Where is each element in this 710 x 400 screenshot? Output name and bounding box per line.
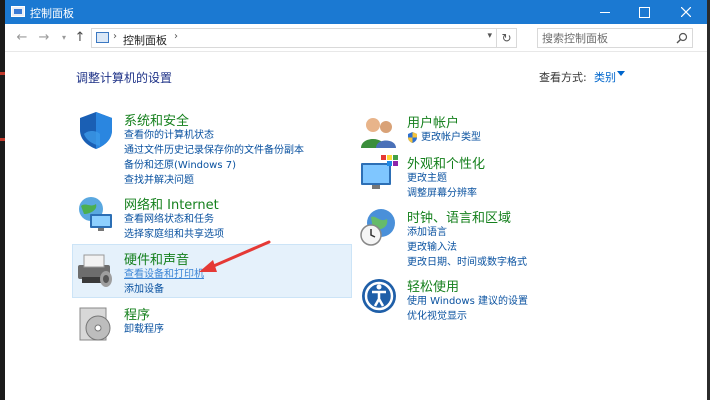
link-add-device[interactable]: 添加设备: [124, 282, 204, 297]
up-button[interactable]: ↑: [71, 29, 89, 47]
breadcrumb-separator[interactable]: ›: [113, 31, 117, 42]
link-devices-printers[interactable]: 查看设备和打印机: [124, 267, 204, 282]
breadcrumb-separator[interactable]: ›: [174, 31, 178, 42]
search-box[interactable]: [537, 28, 693, 48]
address-dropdown-icon[interactable]: ▾: [487, 31, 492, 41]
accessibility-icon[interactable]: [359, 276, 399, 316]
link-optimize-visual-display[interactable]: 优化视觉显示: [407, 309, 528, 324]
category-title[interactable]: 硬件和声音: [124, 249, 189, 268]
printer-icon[interactable]: [76, 249, 116, 289]
link-change-input-method[interactable]: 更改输入法: [407, 240, 527, 255]
category-system-security: 系统和安全 查看你的计算机状态 通过文件历史记录保存你的文件备份副本 备份和还原…: [76, 110, 356, 188]
link-screen-resolution[interactable]: 调整屏幕分辨率: [407, 186, 477, 201]
shield-icon[interactable]: [76, 110, 116, 150]
category-ease-of-access: 轻松使用 使用 Windows 建议的设置 优化视觉显示: [359, 276, 659, 322]
chevron-down-icon[interactable]: [617, 71, 625, 76]
category-clock-region: 时钟、语言和区域 添加语言 更改输入法 更改日期、时间或数字格式: [359, 207, 659, 269]
uac-shield-icon: [408, 132, 417, 143]
category-user-accounts: 用户帐户 更改帐户类型: [359, 112, 659, 148]
link-change-theme[interactable]: 更改主题: [407, 171, 477, 186]
view-by-dropdown[interactable]: 类别: [594, 69, 616, 85]
annotation-arrow-icon: [199, 240, 271, 272]
link-date-time-format[interactable]: 更改日期、时间或数字格式: [407, 255, 527, 270]
link-uninstall-program[interactable]: 卸载程序: [124, 322, 164, 337]
link-view-computer-status[interactable]: 查看你的计算机状态: [124, 128, 304, 143]
link-file-history-backup[interactable]: 通过文件历史记录保存你的文件备份副本: [124, 143, 304, 158]
window-title: 控制面板: [30, 7, 74, 20]
category-title[interactable]: 网络和 Internet: [124, 194, 219, 213]
search-icon[interactable]: [676, 32, 688, 44]
close-icon: [681, 7, 691, 17]
category-title[interactable]: 外观和个性化: [407, 153, 485, 172]
close-button[interactable]: [669, 0, 703, 24]
category-title[interactable]: 轻松使用: [407, 276, 459, 295]
view-by-label: 查看方式:: [539, 71, 587, 84]
control-panel-location-icon: [96, 32, 109, 43]
link-change-account-type[interactable]: 更改帐户类型: [407, 130, 481, 145]
category-title[interactable]: 用户帐户: [407, 112, 459, 131]
monitor-palette-icon[interactable]: [359, 153, 399, 193]
link-troubleshoot[interactable]: 查找并解决问题: [124, 173, 304, 188]
search-input[interactable]: [542, 31, 668, 45]
link-recommended-settings[interactable]: 使用 Windows 建议的设置: [407, 294, 528, 309]
link-backup-restore[interactable]: 备份和还原(Windows 7): [124, 158, 304, 173]
category-programs: 程序 卸载程序: [76, 304, 356, 341]
navigation-bar: ← → ▾ ↑ › 控制面板 › ▾ ↻: [5, 24, 707, 52]
control-panel-window: 控制面板 ← → ▾ ↑ › 控制面板 › ▾ ↻ 调整计算机的设置 查看方式:: [5, 0, 707, 400]
category-title[interactable]: 系统和安全: [124, 110, 189, 129]
network-globe-icon[interactable]: [76, 194, 116, 234]
back-button[interactable]: ←: [13, 29, 31, 47]
clock-globe-icon[interactable]: [359, 207, 399, 247]
control-panel-icon: [11, 6, 25, 17]
category-title[interactable]: 时钟、语言和区域: [407, 207, 511, 226]
page-title: 调整计算机的设置: [76, 71, 173, 85]
category-network: 网络和 Internet 查看网络状态和任务 选择家庭组和共享选项: [76, 194, 356, 242]
category-appearance: 外观和个性化 更改主题 调整屏幕分辨率: [359, 153, 659, 199]
breadcrumb-control-panel[interactable]: 控制面板: [123, 32, 167, 48]
forward-button[interactable]: →: [35, 29, 53, 47]
link-add-language[interactable]: 添加语言: [407, 225, 527, 240]
title-bar[interactable]: 控制面板: [5, 0, 707, 24]
maximize-button[interactable]: [627, 0, 661, 24]
refresh-button[interactable]: ↻: [496, 29, 516, 47]
category-title[interactable]: 程序: [124, 304, 150, 323]
programs-disc-icon[interactable]: [76, 304, 116, 344]
address-bar[interactable]: › 控制面板 › ▾ ↻: [91, 28, 517, 48]
link-label: 更改帐户类型: [421, 132, 481, 143]
users-icon[interactable]: [359, 112, 399, 152]
link-network-status[interactable]: 查看网络状态和任务: [124, 212, 224, 227]
minimize-button[interactable]: [588, 0, 622, 24]
